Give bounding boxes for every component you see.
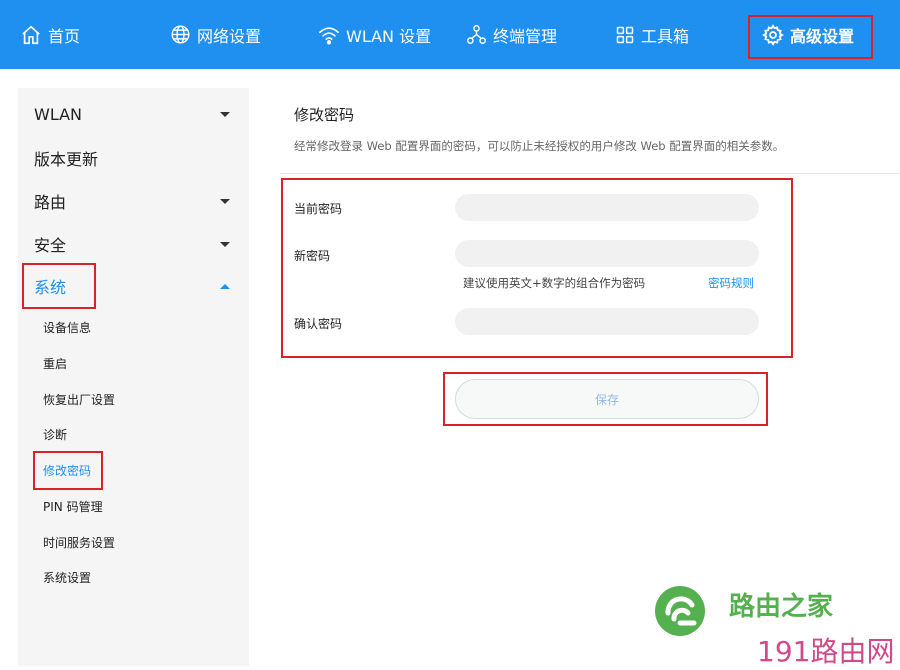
nav-device-management-label: 终端管理 <box>493 26 558 46</box>
watermark-logo-icon <box>655 586 705 636</box>
nav-toolbox[interactable]: 工具箱 <box>615 0 689 69</box>
home-icon <box>22 25 40 44</box>
sidebar-subitem-reboot[interactable]: 重启 <box>43 351 223 375</box>
sidebar-item-system[interactable]: 系统 <box>34 271 234 301</box>
sidebar-subitem-diagnostics[interactable]: 诊断 <box>43 422 223 446</box>
chevron-up-icon <box>220 284 230 289</box>
devices-icon <box>467 25 486 44</box>
wifi-icon <box>319 26 339 44</box>
chevron-down-icon <box>220 199 230 204</box>
nav-wlan-settings-label: WLAN 设置 <box>346 26 432 46</box>
password-hint: 建议使用英文+数字的组合作为密码 <box>463 276 646 290</box>
sidebar-subitem-label: 设备信息 <box>43 320 92 335</box>
sidebar-subitem-factory-reset[interactable]: 恢复出厂设置 <box>43 387 223 411</box>
sidebar-subitem-time-service[interactable]: 时间服务设置 <box>43 530 223 554</box>
nav-advanced-settings-label: 高级设置 <box>790 26 855 46</box>
new-password-label: 新密码 <box>294 249 331 263</box>
nav-toolbox-label: 工具箱 <box>641 26 690 46</box>
sidebar-subitem-change-password[interactable]: 修改密码 <box>43 458 223 482</box>
sidebar-subitem-pin-management[interactable]: PIN 码管理 <box>43 494 223 518</box>
sidebar-item-label: 路由 <box>34 193 67 212</box>
page-description: 经常修改登录 Web 配置界面的密码，可以防止未经授权的用户修改 Web 配置界… <box>294 139 785 153</box>
save-button[interactable]: 保存 <box>455 379 759 419</box>
new-password-input[interactable] <box>455 240 759 267</box>
sidebar-item-label: 安全 <box>34 236 67 255</box>
grid-icon <box>616 26 634 43</box>
nav-wlan-settings[interactable]: WLAN 设置 <box>318 0 431 69</box>
nav-network-settings[interactable]: 网络设置 <box>170 0 261 69</box>
watermark-text-primary: 路由之家 <box>729 592 834 622</box>
confirm-password-label: 确认密码 <box>294 317 343 331</box>
nav-advanced-settings[interactable]: 高级设置 <box>762 0 854 69</box>
gear-icon <box>762 23 784 46</box>
sidebar-subitem-label: 时间服务设置 <box>43 535 116 550</box>
sidebar-item-security[interactable]: 安全 <box>34 229 234 259</box>
top-nav-bar: 首页 网络设置 WLAN 设置 终端管理 工具箱 高级设置 <box>0 0 900 69</box>
sidebar-item-label: 版本更新 <box>34 150 99 169</box>
globe-icon <box>171 25 190 44</box>
sidebar: WLAN 版本更新 路由 安全 系统 设备信息 重启 恢复出厂设置 诊断 修改密… <box>18 88 249 666</box>
current-password-input[interactable] <box>455 194 759 221</box>
sidebar-subitem-label: 诊断 <box>43 427 68 442</box>
password-rules-link[interactable]: 密码规则 <box>708 275 754 291</box>
sidebar-subitem-label: 修改密码 <box>43 463 92 478</box>
page-title: 修改密码 <box>294 106 355 124</box>
sidebar-subitem-label: PIN 码管理 <box>43 499 103 514</box>
sidebar-item-routing[interactable]: 路由 <box>34 186 234 216</box>
chevron-down-icon <box>220 242 230 247</box>
sidebar-subitem-label: 恢复出厂设置 <box>43 392 116 407</box>
sidebar-subitem-device-info[interactable]: 设备信息 <box>43 315 223 339</box>
nav-network-settings-label: 网络设置 <box>197 26 262 46</box>
watermark-text-secondary: 191路由网 <box>757 635 895 668</box>
sidebar-subitem-label: 系统设置 <box>43 570 92 585</box>
nav-device-management[interactable]: 终端管理 <box>466 0 557 69</box>
confirm-password-input[interactable] <box>455 308 759 335</box>
divider <box>280 173 900 174</box>
sidebar-item-version-update[interactable]: 版本更新 <box>34 143 234 173</box>
sidebar-item-label: WLAN <box>34 104 83 124</box>
current-password-label: 当前密码 <box>294 202 343 216</box>
nav-home[interactable]: 首页 <box>20 0 80 69</box>
sidebar-subitem-system-settings[interactable]: 系统设置 <box>43 565 223 589</box>
sidebar-item-label: 系统 <box>34 278 67 297</box>
sidebar-subitem-label: 重启 <box>43 356 68 371</box>
nav-home-label: 首页 <box>48 26 81 46</box>
chevron-down-icon <box>220 112 230 117</box>
sidebar-item-wlan[interactable]: WLAN <box>34 99 234 129</box>
